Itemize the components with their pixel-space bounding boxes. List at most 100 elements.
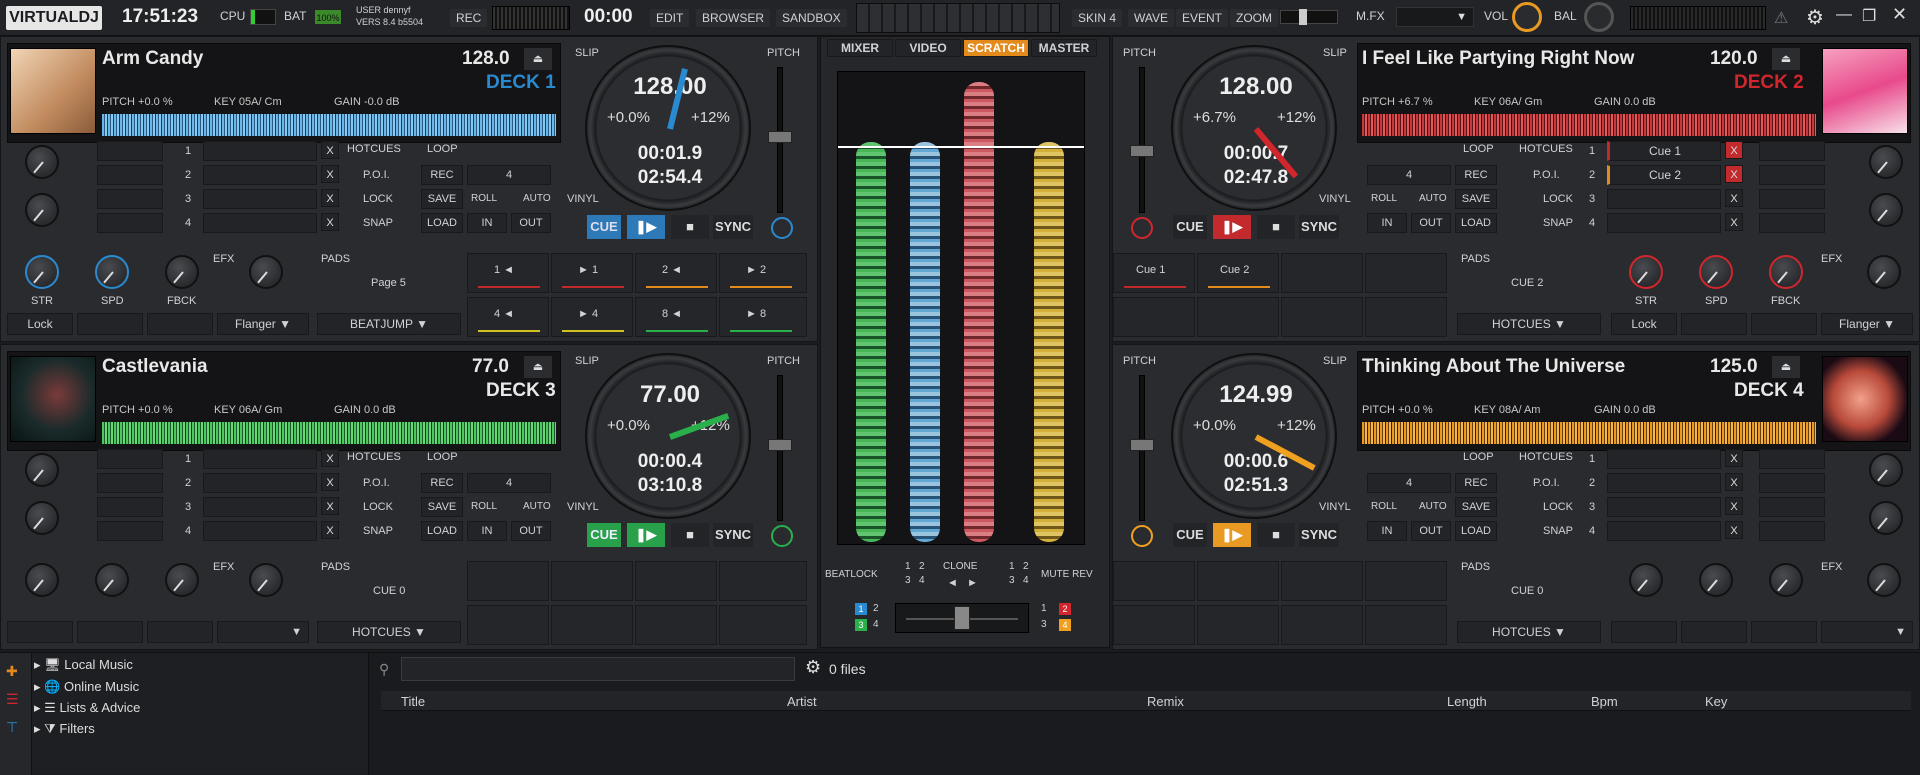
eject-icon[interactable]: ⏏: [1772, 356, 1800, 378]
fx-slot[interactable]: [1751, 313, 1817, 335]
crossfader-deck-1[interactable]: 1: [855, 603, 867, 615]
loop-in-button[interactable]: IN: [467, 521, 507, 541]
pad[interactable]: [635, 605, 717, 645]
fx-slot[interactable]: [1681, 621, 1747, 643]
expand-icon[interactable]: ▸: [34, 679, 41, 694]
delete-cue-button[interactable]: X: [1725, 449, 1743, 467]
crossfader-deck-4-label[interactable]: 4: [873, 619, 879, 630]
loop-size[interactable]: 4: [1367, 473, 1451, 493]
pad[interactable]: Cue 2: [1197, 253, 1279, 293]
cue-slot[interactable]: Cue 2: [1607, 165, 1721, 185]
cue-slot[interactable]: [1607, 213, 1721, 233]
pad[interactable]: 8 ◄: [635, 297, 717, 337]
loop-size[interactable]: 4: [467, 165, 551, 185]
filter-knob[interactable]: [1869, 453, 1903, 487]
pad[interactable]: [1281, 297, 1363, 337]
pad[interactable]: [1365, 605, 1447, 645]
sync-button[interactable]: SYNC: [1299, 215, 1339, 239]
tree-item-online-music[interactable]: ▸ 🌐 Online Music: [34, 679, 139, 695]
fx-slot[interactable]: [147, 621, 213, 643]
delete-cue-button[interactable]: X: [321, 141, 339, 159]
mute-deck-4[interactable]: 4: [1023, 575, 1029, 586]
fx-spd-knob[interactable]: [1699, 255, 1733, 289]
fx-select-dropdown[interactable]: ▼: [217, 621, 309, 643]
crossfader-right-deck-2[interactable]: 2: [1059, 603, 1071, 615]
delete-cue-button[interactable]: X: [321, 449, 339, 467]
pad[interactable]: [1197, 605, 1279, 645]
fx-knob[interactable]: [249, 255, 283, 289]
gain-knob[interactable]: [1869, 193, 1903, 227]
pad[interactable]: [719, 605, 807, 645]
delete-cue-button[interactable]: X: [1725, 141, 1743, 159]
fx-knob[interactable]: [1867, 563, 1901, 597]
sampler-slot[interactable]: [1759, 449, 1825, 469]
zoom-button[interactable]: ZOOM: [1230, 9, 1278, 27]
sampler-slot[interactable]: [97, 521, 163, 541]
delete-cue-button[interactable]: X: [321, 165, 339, 183]
beatlock-deck-3[interactable]: 3: [905, 575, 911, 586]
gear-icon[interactable]: ⚙: [805, 657, 821, 678]
fx-knob[interactable]: [249, 563, 283, 597]
play-pause-button[interactable]: ❚▶: [1213, 523, 1251, 547]
crossfader-right-deck-3[interactable]: 3: [1041, 619, 1047, 630]
deck-select-icon[interactable]: [1131, 525, 1153, 547]
pad[interactable]: [719, 561, 807, 601]
add-list-icon[interactable]: ☰: [6, 691, 19, 708]
delete-cue-button[interactable]: X: [321, 189, 339, 207]
deck-select-icon[interactable]: [771, 217, 793, 239]
delete-cue-button[interactable]: X: [321, 213, 339, 231]
fx-fbck-knob[interactable]: [165, 255, 199, 289]
gain-knob[interactable]: [25, 193, 59, 227]
column-title[interactable]: Title: [401, 694, 425, 709]
jog-wheel[interactable]: 128.00 +0.0% +12% 00:01.9 02:54.4: [585, 45, 751, 211]
crossfader-deck-2-label[interactable]: 2: [873, 603, 879, 614]
play-pause-button[interactable]: ❚▶: [627, 523, 665, 547]
loop-rec-button[interactable]: REC: [1455, 473, 1497, 493]
cue-slot[interactable]: [1607, 497, 1721, 517]
sampler-grid[interactable]: [856, 3, 1060, 33]
loop-in-button[interactable]: IN: [1367, 213, 1407, 233]
loop-out-button[interactable]: OUT: [1411, 521, 1451, 541]
pad[interactable]: [551, 561, 633, 601]
tree-item-local-music[interactable]: ▸ 🖥 Local Music: [34, 657, 133, 673]
pad[interactable]: ► 8: [719, 297, 807, 337]
delete-cue-button[interactable]: X: [1725, 165, 1743, 183]
close-icon[interactable]: ✕: [1892, 4, 1907, 25]
browser-menu[interactable]: BROWSER: [696, 9, 771, 27]
tab-scratch[interactable]: SCRATCH: [963, 39, 1029, 57]
clone-right[interactable]: ►: [967, 577, 978, 589]
column-length[interactable]: Length: [1447, 694, 1487, 709]
gain-knob[interactable]: [1869, 501, 1903, 535]
fx-select-dropdown[interactable]: ▼: [1821, 621, 1913, 643]
cue-button[interactable]: CUE: [587, 523, 621, 547]
cue-slot[interactable]: [203, 497, 317, 517]
sampler-slot[interactable]: [1759, 165, 1825, 185]
fx-knob[interactable]: [1867, 255, 1901, 289]
pads-page[interactable]: Page 5: [371, 277, 406, 289]
crossfader-right-deck-4[interactable]: 4: [1059, 619, 1071, 631]
pads-mode-dropdown[interactable]: HOTCUES ▼: [317, 621, 461, 643]
balance-knob[interactable]: [1584, 2, 1614, 32]
pad[interactable]: [467, 605, 549, 645]
mute-deck-2[interactable]: 2: [1023, 561, 1029, 572]
rec-button[interactable]: REC: [450, 9, 488, 27]
pad[interactable]: Cue 1: [1113, 253, 1195, 293]
loop-save-button[interactable]: SAVE: [421, 189, 463, 209]
fx-fbck-knob[interactable]: [1769, 255, 1803, 289]
fx-knob[interactable]: [1699, 563, 1733, 597]
zoom-slider[interactable]: [1280, 9, 1338, 25]
pad[interactable]: [1281, 561, 1363, 601]
fx-lock-button[interactable]: Lock: [7, 313, 73, 335]
loop-load-button[interactable]: LOAD: [421, 521, 463, 541]
jog-wheel[interactable]: 128.00 +6.7% +12% 00:00.7 02:47.8: [1171, 45, 1337, 211]
filter-knob[interactable]: [25, 145, 59, 179]
gain-knob[interactable]: [25, 501, 59, 535]
fx-lock-button[interactable]: Lock: [1611, 313, 1677, 335]
fx-str-knob[interactable]: [1629, 255, 1663, 289]
pad[interactable]: [1281, 253, 1363, 293]
fx-slot[interactable]: [147, 313, 213, 335]
loop-size[interactable]: 4: [467, 473, 551, 493]
waveform-overview[interactable]: [1362, 422, 1816, 444]
sampler-slot[interactable]: [1759, 141, 1825, 161]
cue-slot[interactable]: [203, 213, 317, 233]
